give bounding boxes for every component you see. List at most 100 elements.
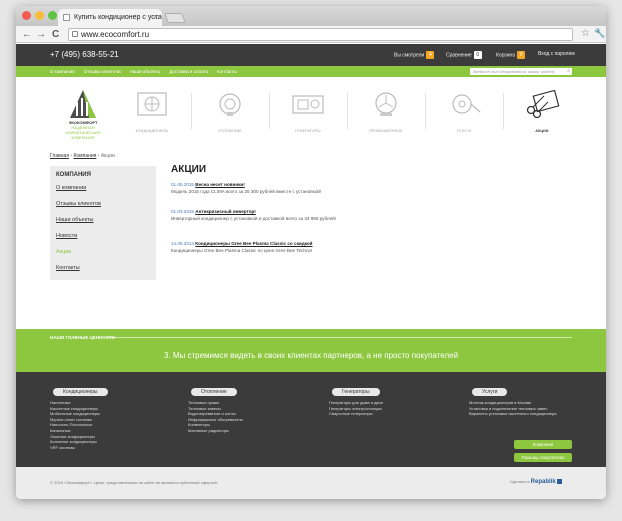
close-window-button[interactable] (22, 11, 31, 20)
logo-text: ЭКОКОМФОРТ НАДЕЖНАЯ КЛИМАТИЧЕСКАЯ КОМПАН… (56, 120, 110, 140)
sidebar-title: КОМПАНИЯ (56, 172, 91, 178)
nav-item-about[interactable]: О компании (50, 69, 75, 74)
category-heating[interactable]: ОТОПЛЕНИЕ (200, 90, 260, 135)
sidebar-item-contacts[interactable]: Контакты (56, 265, 150, 271)
wrench-icon[interactable]: 🔧 (594, 28, 605, 39)
breadcrumb-home[interactable]: Главная (50, 153, 69, 159)
news-date: 01.03.2015 (171, 209, 194, 214)
footer-link[interactable]: Генераторы для дома и дачи (329, 400, 383, 406)
search-input[interactable]: Введите тип оборудования, марку, модель … (470, 68, 572, 75)
back-arrow-icon[interactable]: ← (22, 28, 32, 41)
news-date: 14.05.2014 (171, 241, 194, 246)
browser-tabbar: Купить кондиционер с уста × (16, 6, 606, 26)
main-nav-list: О компании Отзывы клиентов Наши объекты … (50, 69, 237, 74)
category-air-conditioners[interactable]: КОНДИЦИОНЕРЫ (122, 90, 182, 135)
new-tab-button[interactable] (164, 13, 186, 23)
breadcrumb-company[interactable]: Компания (73, 153, 96, 159)
cart-label: Корзина (496, 52, 516, 59)
news-text: Инверторный кондиционер с установкой и д… (171, 216, 337, 221)
divider (191, 93, 192, 129)
phone-number: +7 (495) 638-55-21 (50, 50, 119, 59)
footer-column-generators: Генераторы Генераторы для дома и дачи Ге… (329, 380, 383, 417)
footer-link[interactable]: VRF системы (50, 445, 108, 451)
sidebar-item-promotions[interactable]: Акции (56, 249, 150, 255)
browser-tab[interactable]: Купить кондиционер с уста × (58, 9, 162, 26)
sidebar-item-objects[interactable]: Наши объекты (56, 217, 150, 223)
cart-link[interactable]: Корзина 0 (496, 51, 526, 59)
forward-arrow-icon[interactable]: → (36, 28, 46, 41)
footer-link[interactable]: Масляные радиаторы (188, 428, 243, 434)
category-label: ПРОМЫШЛЕННОЕ (369, 129, 403, 133)
divider (347, 93, 348, 129)
bottom-bar: © 2016 «Экокомфорт». Цены, представленны… (16, 467, 606, 499)
sidebar-item-about[interactable]: О компании (56, 185, 150, 191)
footer: Кондиционеры Настенные Кассетные кондици… (16, 372, 606, 467)
values-divider (106, 337, 572, 338)
sidebar-item-news[interactable]: Новости (56, 233, 150, 239)
viewed-count-badge: 4 (426, 51, 435, 59)
page-info-icon (72, 31, 78, 37)
divider (503, 93, 504, 129)
news-title-link[interactable]: Антикризисный инвертор! (195, 209, 256, 214)
category-label: КОНДИЦИОНЕРЫ (135, 129, 169, 133)
category-label: АКЦИИ (535, 129, 549, 133)
footer-heading[interactable]: Генераторы (332, 388, 380, 396)
search-icon[interactable]: ⌕ (567, 68, 570, 75)
nav-item-objects[interactable]: Наши объекты (130, 69, 161, 74)
news-date: 01.05.2015 (171, 182, 194, 187)
news-title-link[interactable]: Кондиционеры Gree Bee Plasma Classic со … (195, 241, 312, 246)
page-icon (63, 14, 70, 21)
site-logo[interactable]: ЭКОКОМФОРТ НАДЕЖНАЯ КЛИМАТИЧЕСКАЯ КОМПАН… (56, 88, 110, 140)
values-text: 3. Мы стремимся видеть в своих клиентах … (163, 351, 459, 360)
browser-toolbar: ← → C www.ecocomfort.ru ☆ 🔧 (16, 26, 606, 43)
url-text: www.ecocomfort.ru (81, 30, 150, 39)
made-by[interactable]: Сделано в Repablik (510, 479, 562, 485)
cart-count-badge: 0 (517, 51, 526, 59)
values-banner: НАШИ ГЛАВНЫЕ ЦЕННОСТИ 3. Мы стремимся ви… (16, 329, 606, 372)
category-industrial[interactable]: ПРОМЫШЛЕННОЕ (356, 90, 416, 135)
compare-count-badge: 0 (473, 51, 482, 59)
login-link[interactable]: Вход с паролем (538, 51, 575, 57)
company-button[interactable]: Компания (514, 440, 572, 449)
logo-building-icon (70, 90, 96, 118)
news-title-link[interactable]: Весна несет новинки! (195, 182, 244, 187)
tab-close-icon[interactable]: × (153, 9, 158, 26)
buyer-help-button[interactable]: Помощь покупателю (514, 453, 572, 462)
category-generators[interactable]: ГЕНЕРАТОРЫ (278, 90, 338, 135)
footer-link[interactable]: Сварочные генераторы (329, 411, 383, 417)
footer-link[interactable]: Варианты установки настенного кондиционе… (469, 411, 556, 417)
studio-logo-icon (556, 479, 562, 484)
category-promotions[interactable]: АКЦИИ (512, 89, 572, 135)
reload-icon[interactable]: C (52, 28, 59, 41)
footer-column-conditioners: Кондиционеры Настенные Кассетные кондици… (50, 380, 108, 450)
generator-icon (292, 95, 324, 114)
main-content: АКЦИИ 01.05.2015 Весна несет новинки! Мо… (171, 164, 571, 267)
studio-name: Repablik (530, 479, 556, 485)
news-item: 14.05.2014 Кондиционеры Gree Bee Plasma … (171, 240, 571, 254)
sidebar: КОМПАНИЯ О компании Отзывы клиентов Наши… (50, 166, 156, 280)
sidebar-item-reviews[interactable]: Отзывы клиентов (56, 201, 150, 207)
compare-link[interactable]: Сравнение 0 (446, 51, 482, 59)
divider (425, 93, 426, 129)
footer-link[interactable]: Мобильные кондиционеры (50, 411, 108, 417)
nav-item-delivery[interactable]: Доставка и оплата (169, 69, 208, 74)
category-services[interactable]: УСЛУГИ (434, 90, 494, 135)
nav-item-contacts[interactable]: Контакты (217, 69, 236, 74)
scissors-icon (526, 89, 560, 119)
viewed-link[interactable]: Вы смотрели 4 (394, 51, 435, 59)
footer-heading[interactable]: Отопление (191, 388, 237, 396)
nav-item-reviews[interactable]: Отзывы клиентов (84, 69, 121, 74)
main-nav: О компании Отзывы клиентов Наши объекты … (16, 66, 606, 77)
footer-link[interactable]: Водонагреватели и котлы (188, 411, 243, 417)
category-label: ГЕНЕРАТОРЫ (295, 129, 321, 133)
logo-tagline: НАДЕЖНАЯ КЛИМАТИЧЕСКАЯ КОМПАНИЯ (65, 125, 101, 140)
category-row: ЭКОКОМФОРТ НАДЕЖНАЯ КЛИМАТИЧЕСКАЯ КОМПАН… (16, 83, 606, 141)
bookmark-star-icon[interactable]: ☆ (581, 28, 590, 39)
zoom-window-button[interactable] (48, 11, 57, 20)
minimize-window-button[interactable] (35, 11, 44, 20)
page-title: АКЦИИ (171, 164, 207, 175)
copyright-text: © 2016 «Экокомфорт». Цены, представленны… (50, 480, 218, 485)
address-bar[interactable]: www.ecocomfort.ru (68, 28, 573, 41)
footer-heading[interactable]: Кондиционеры (53, 388, 108, 396)
footer-heading[interactable]: Услуги (472, 388, 508, 396)
